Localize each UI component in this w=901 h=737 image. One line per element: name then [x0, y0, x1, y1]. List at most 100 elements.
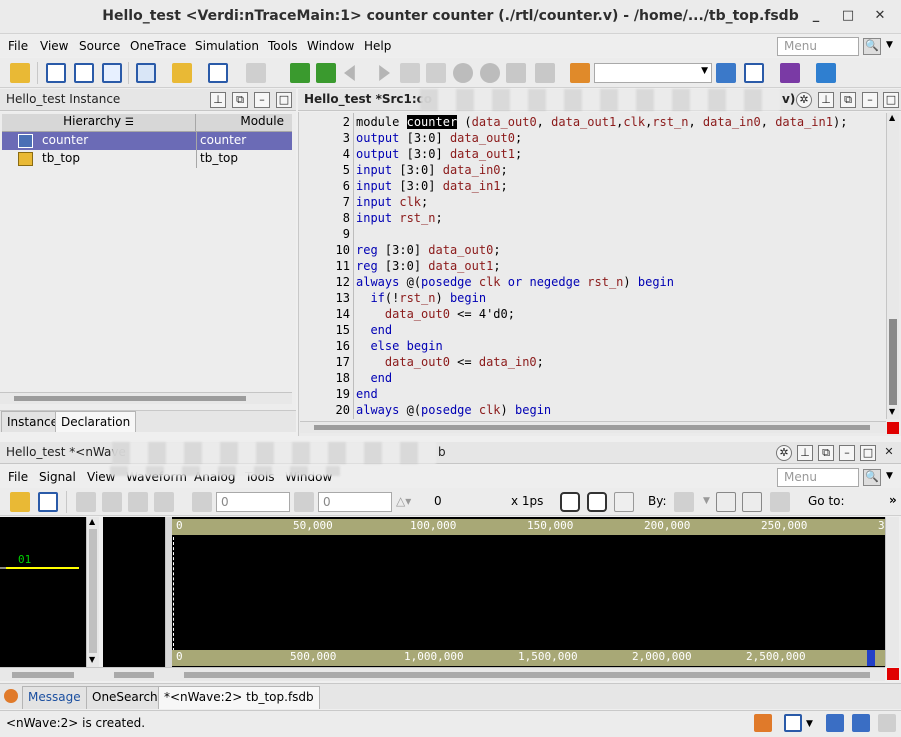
prev-edge-icon[interactable] — [716, 492, 736, 512]
rewind-icon[interactable] — [770, 492, 790, 512]
pin-icon[interactable]: ⊥ — [210, 92, 226, 108]
scroll-down-icon[interactable]: ▼ — [889, 407, 895, 416]
tree-row-tb-top[interactable]: tb_top tb_top — [2, 150, 292, 168]
chevron-down-icon[interactable]: ▼ — [886, 40, 893, 50]
undock-icon[interactable]: ⧉ — [818, 445, 834, 461]
menu-onetrace[interactable]: OneTrace — [130, 39, 186, 53]
fullscreen-icon[interactable] — [878, 714, 896, 732]
load-icon[interactable] — [426, 63, 446, 83]
scroll-thumb[interactable] — [184, 672, 870, 678]
edit-icon[interactable] — [208, 63, 228, 83]
zoom-fit-icon[interactable] — [614, 492, 634, 512]
source-vertical-scrollbar[interactable]: ▲ ▼ — [886, 113, 899, 419]
trace-down-icon[interactable] — [316, 63, 336, 83]
chevron-down-icon[interactable]: ▼ — [703, 496, 710, 506]
menu-tools[interactable]: Tools — [268, 39, 298, 53]
pin-icon[interactable]: ⊥ — [818, 92, 834, 108]
down-icon[interactable] — [480, 63, 500, 83]
tree-row-counter[interactable]: counter counter — [2, 132, 292, 150]
scroll-up-icon[interactable]: ▲ — [889, 113, 895, 122]
search-icon[interactable]: 🔍 — [863, 38, 881, 55]
menu-simulation[interactable]: Simulation — [195, 39, 259, 53]
minimize-icon[interactable]: – — [839, 445, 855, 461]
edge-type-icon[interactable] — [674, 492, 694, 512]
chevron-down-icon[interactable]: ▼ — [806, 719, 813, 729]
waveform-horizontal-scrollbars[interactable] — [0, 667, 885, 681]
scroll-thumb[interactable] — [12, 672, 74, 678]
settings-icon[interactable]: ✲ — [776, 445, 792, 461]
search-icon[interactable]: 🔍 — [863, 469, 881, 486]
close-icon[interactable]: ✕ — [881, 445, 897, 461]
tab-onesearch[interactable]: OneSearch — [86, 686, 164, 709]
connect-icon[interactable] — [506, 63, 526, 83]
menu-search-input[interactable]: Menu — [777, 37, 859, 56]
schematic-icon[interactable] — [74, 63, 94, 83]
settings-icon[interactable]: ✲ — [796, 92, 812, 108]
undock-icon[interactable]: ⧉ — [232, 92, 248, 108]
bookmark-icon[interactable] — [570, 63, 590, 83]
open-folder-icon[interactable] — [10, 63, 30, 83]
select-icon[interactable] — [192, 492, 212, 512]
scroll-thumb[interactable] — [314, 425, 870, 430]
minimize-button[interactable]: _ — [808, 8, 824, 24]
horizontal-scrollbar[interactable] — [0, 392, 292, 404]
pin-icon[interactable]: ⊥ — [797, 445, 813, 461]
scroll-down-icon[interactable]: ▼ — [89, 655, 95, 664]
menu-file[interactable]: File — [8, 39, 28, 53]
column-header-module[interactable]: Module — [196, 114, 292, 132]
filter-icon[interactable] — [852, 714, 870, 732]
tab-nwave[interactable]: *<nWave:2> tb_top.fsdb — [158, 686, 320, 709]
cut-icon[interactable] — [102, 492, 122, 512]
scroll-thumb[interactable] — [89, 529, 97, 653]
document-icon[interactable] — [246, 63, 266, 83]
nwave-menu-file[interactable]: File — [8, 470, 28, 484]
scroll-thumb[interactable] — [114, 672, 154, 678]
sort-icon[interactable] — [826, 714, 844, 732]
marker-icon[interactable] — [294, 492, 314, 512]
menu-window[interactable]: Window — [307, 39, 354, 53]
waveform-icon[interactable] — [46, 63, 66, 83]
waveform-vertical-scrollbar[interactable] — [885, 517, 899, 667]
up-icon[interactable] — [453, 63, 473, 83]
back-arrow-icon[interactable] — [344, 65, 355, 81]
nwave-menu-signal[interactable]: Signal — [39, 470, 76, 484]
source-horizontal-scrollbar[interactable] — [300, 421, 886, 433]
maximize-icon[interactable]: □ — [860, 445, 876, 461]
maximize-icon[interactable]: □ — [276, 92, 292, 108]
find-icon[interactable] — [716, 63, 736, 83]
scroll-thumb[interactable] — [889, 319, 897, 405]
cursor-time-input[interactable]: 0 — [216, 492, 290, 512]
maximize-button[interactable]: □ — [840, 8, 856, 24]
source-code-view[interactable]: 2 module counter (data_out0, data_out1,cl… — [300, 113, 886, 419]
zoom-in-icon[interactable] — [587, 492, 607, 512]
column-header-hierarchy[interactable]: Hierarchy ☰ — [2, 114, 196, 132]
scroll-thumb[interactable] — [14, 396, 246, 401]
menu-source[interactable]: Source — [79, 39, 120, 53]
fanout-icon[interactable] — [535, 63, 555, 83]
forward-arrow-icon[interactable] — [379, 65, 390, 81]
signal-name-pane[interactable]: 01 — [0, 517, 86, 667]
open-folder-icon[interactable] — [10, 492, 30, 512]
folder-icon[interactable] — [172, 63, 192, 83]
signal-name-scrollbar[interactable]: ▲ ▼ — [86, 517, 99, 667]
cursor-line[interactable] — [173, 537, 174, 651]
plugin-icon[interactable] — [780, 63, 800, 83]
marker-time-input[interactable]: 0 — [318, 492, 392, 512]
undock-icon[interactable]: ⧉ — [840, 92, 856, 108]
home-icon[interactable] — [754, 714, 772, 732]
zoom-out-icon[interactable] — [560, 492, 580, 512]
maximize-icon[interactable]: □ — [883, 92, 899, 108]
close-button[interactable]: ✕ — [872, 8, 888, 24]
menu-view[interactable]: View — [40, 39, 68, 53]
tab-declaration[interactable]: Declaration — [55, 411, 137, 432]
signal-value-pane[interactable] — [103, 517, 165, 667]
delta-up-icon[interactable]: △▾ — [396, 494, 411, 508]
undo-icon[interactable] — [76, 492, 96, 512]
chevron-down-icon[interactable]: ▼ — [886, 471, 893, 481]
find-next-icon[interactable] — [744, 63, 764, 83]
copy-icon[interactable] — [128, 492, 148, 512]
next-edge-icon[interactable] — [742, 492, 762, 512]
waveform-pane[interactable]: 0 50,000 100,000 150,000 200,000 250,000 3 0 50… — [172, 517, 885, 667]
app-icon[interactable] — [816, 63, 836, 83]
layout-icon[interactable] — [784, 714, 802, 732]
